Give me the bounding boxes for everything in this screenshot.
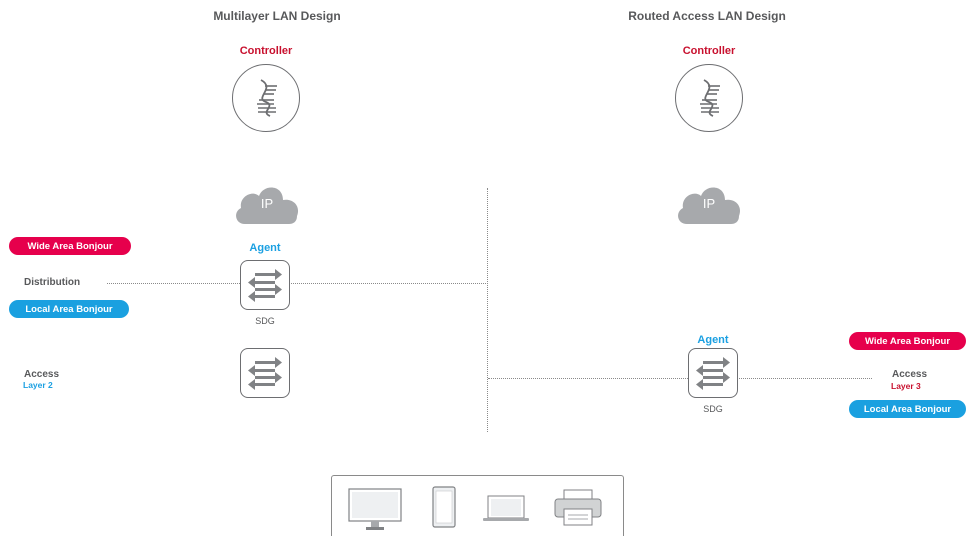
switch-arrows-icon — [245, 353, 285, 393]
dna-icon — [689, 76, 729, 120]
distribution-line-right — [291, 283, 488, 284]
right-ip-cloud: IP — [673, 178, 745, 226]
left-access-switch — [240, 348, 290, 398]
left-layer-label: Layer 2 — [23, 380, 53, 390]
right-access-switch — [688, 348, 738, 398]
left-access-label: Access — [24, 369, 60, 380]
dna-icon — [246, 76, 286, 120]
center-divider — [487, 188, 488, 432]
right-wide-area-pill: Wide Area Bonjour — [849, 332, 966, 350]
left-wide-area-pill: Wide Area Bonjour — [9, 237, 131, 255]
left-agent-label: Agent — [249, 242, 281, 254]
laptop-icon — [483, 495, 529, 521]
left-controller-label: Controller — [239, 45, 293, 57]
right-layer-label: Layer 3 — [891, 381, 921, 391]
left-controller-node — [232, 64, 300, 132]
switch-arrows-icon — [693, 353, 733, 393]
endpoint-devices-box — [331, 475, 624, 536]
left-ip-cloud: IP — [231, 178, 303, 226]
right-controller-label: Controller — [682, 45, 736, 57]
monitor-icon — [348, 488, 402, 530]
access-line-left — [488, 378, 688, 379]
right-cloud-label: IP — [702, 196, 716, 211]
left-sdg-label: SDG — [255, 316, 275, 326]
distribution-line-left — [107, 283, 240, 284]
right-title: Routed Access LAN Design — [628, 9, 786, 23]
switch-arrows-icon — [245, 265, 285, 305]
printer-icon — [554, 489, 602, 526]
right-access-label: Access — [892, 369, 928, 380]
access-line-right — [739, 378, 872, 379]
tablet-icon — [432, 486, 456, 528]
left-title: Multilayer LAN Design — [213, 9, 341, 23]
right-local-area-pill: Local Area Bonjour — [849, 400, 966, 418]
right-agent-label: Agent — [697, 334, 729, 346]
right-controller-node — [675, 64, 743, 132]
left-local-area-pill: Local Area Bonjour — [9, 300, 129, 318]
left-distribution-switch — [240, 260, 290, 310]
distribution-label: Distribution — [24, 277, 81, 288]
right-sdg-label: SDG — [703, 404, 723, 414]
left-cloud-label: IP — [260, 196, 274, 211]
